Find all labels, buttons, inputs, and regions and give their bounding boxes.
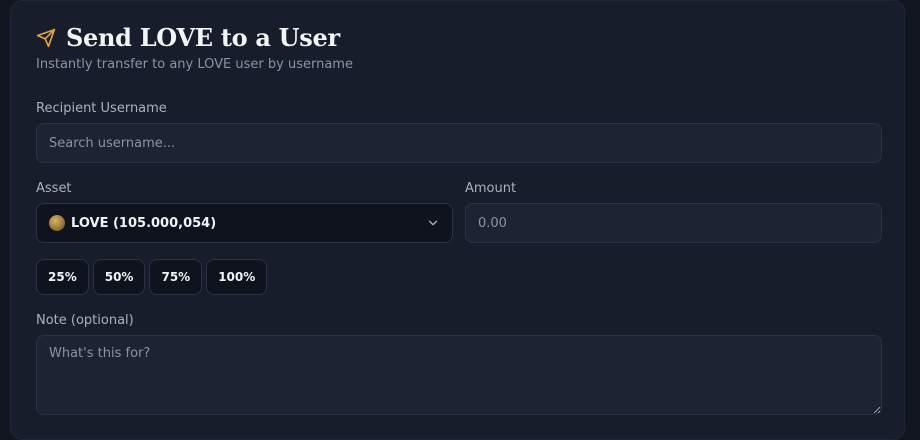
recipient-username-input[interactable] <box>36 123 882 163</box>
asset-label: Asset <box>36 181 72 196</box>
note-textarea[interactable] <box>36 335 882 415</box>
pct-75-button[interactable]: 75% <box>149 259 203 295</box>
love-coin-icon <box>49 215 65 231</box>
asset-selected-value: LOVE (105.000,054) <box>71 215 217 231</box>
amount-input[interactable] <box>465 203 882 243</box>
send-love-card: Send LOVE to a User Instantly transfer t… <box>10 0 905 440</box>
chevron-down-icon <box>426 216 440 230</box>
page-title: Send LOVE to a User <box>66 23 340 52</box>
asset-select[interactable]: LOVE (105.000,054) <box>36 203 453 243</box>
pct-50-button[interactable]: 50% <box>92 259 146 295</box>
page-subtitle: Instantly transfer to any LOVE user by u… <box>36 57 353 72</box>
amount-label: Amount <box>465 181 517 196</box>
note-label: Note (optional) <box>36 313 134 328</box>
title-row: Send LOVE to a User <box>36 23 340 52</box>
pct-100-button[interactable]: 100% <box>206 259 268 295</box>
send-icon <box>36 28 56 48</box>
pct-25-button[interactable]: 25% <box>36 259 89 295</box>
recipient-label: Recipient Username <box>36 101 167 116</box>
percentage-buttons: 25% 50% 75% 100% <box>36 259 268 295</box>
